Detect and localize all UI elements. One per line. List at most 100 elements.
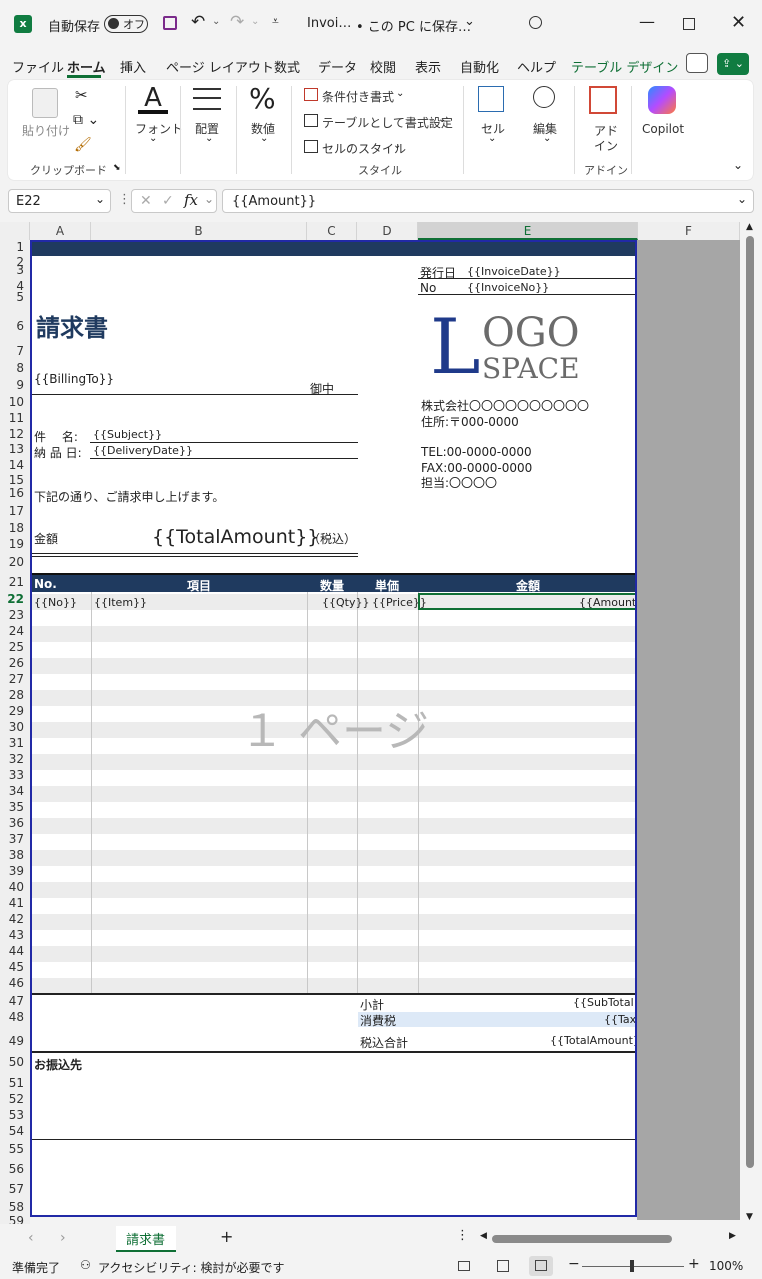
font-dropdown-icon[interactable]: ⌄ — [149, 133, 157, 144]
insert-function-icon[interactable]: fx — [184, 191, 198, 209]
row-header[interactable]: 51 — [0, 1076, 24, 1090]
paste-label[interactable]: 貼り付け — [22, 122, 70, 139]
close-icon[interactable]: ✕ — [731, 12, 746, 33]
row-header[interactable]: 23 — [0, 608, 24, 622]
row-header[interactable]: 42 — [0, 912, 24, 926]
invoice-no-value[interactable]: {{InvoiceNo}} — [467, 281, 549, 294]
accessibility-status[interactable]: アクセシビリティ: 検討が必要です — [98, 1259, 285, 1276]
save-icon[interactable] — [163, 16, 177, 30]
dialog-launcher-icon[interactable]: ⬊ — [113, 163, 121, 173]
total-value[interactable]: {{TotalAmount}} — [550, 1034, 635, 1047]
row-header[interactable]: 11 — [0, 411, 24, 425]
ribbon-collapse-icon[interactable]: ⌄ — [733, 158, 743, 172]
column-header-e[interactable]: E — [418, 222, 638, 240]
maximize-icon[interactable] — [683, 18, 695, 30]
alignment-icon[interactable] — [193, 88, 221, 110]
minimize-icon[interactable]: — — [639, 12, 655, 31]
tab-page-layout[interactable]: ページ レイアウト — [166, 57, 274, 76]
row-header[interactable]: 53 — [0, 1108, 24, 1122]
row-header[interactable]: 40 — [0, 880, 24, 894]
row-header[interactable]: 43 — [0, 928, 24, 942]
tab-table-design[interactable]: テーブル デザイン — [571, 57, 678, 76]
row-header[interactable]: 28 — [0, 688, 24, 702]
number-dropdown-icon[interactable]: ⌄ — [260, 133, 268, 144]
chevron-down-icon[interactable]: ⌄ — [204, 192, 214, 206]
row-header[interactable]: 32 — [0, 752, 24, 766]
autosave-toggle[interactable]: オフ — [104, 15, 148, 33]
row-header[interactable]: 1 — [0, 240, 24, 254]
copy-icon[interactable]: ⧉ ⌄ — [73, 112, 99, 128]
row-header[interactable]: 18 — [0, 521, 24, 535]
cut-icon[interactable]: ✂ — [75, 86, 88, 104]
invoice-page[interactable]: 発行日 {{InvoiceDate}} No {{InvoiceNo}} 請求書… — [30, 240, 637, 1217]
formula-input[interactable]: {{Amount}} ⌄ — [222, 189, 754, 213]
page-layout-view-icon[interactable] — [497, 1260, 509, 1272]
row-header[interactable]: 7 — [0, 344, 24, 358]
file-location[interactable]: • この PC に保存… — [356, 16, 471, 35]
column-header-c[interactable]: C — [307, 222, 357, 240]
percent-icon[interactable]: % — [249, 82, 276, 115]
copilot-label[interactable]: Copilot — [642, 122, 684, 136]
row-header[interactable]: 10 — [0, 395, 24, 409]
zoom-level[interactable]: 100% — [709, 1259, 743, 1273]
format-painter-icon[interactable]: 🖌 — [74, 137, 92, 153]
column-header-d[interactable]: D — [357, 222, 418, 240]
expand-formula-icon[interactable]: ⌄ — [737, 192, 747, 206]
total-amount-value[interactable]: {{TotalAmount}} — [152, 526, 319, 548]
font-icon[interactable]: A — [138, 84, 168, 116]
vertical-scrollbar[interactable]: ▲ ▼ — [740, 222, 762, 1224]
subtotal-value[interactable]: {{SubTotal}} — [573, 996, 635, 1009]
row-header[interactable]: 21 — [0, 575, 24, 589]
editing-dropdown-icon[interactable]: ⌄ — [543, 133, 551, 144]
subject-value[interactable]: {{Subject}} — [93, 428, 162, 441]
row-header[interactable]: 5 — [0, 290, 24, 304]
row-header[interactable]: 25 — [0, 640, 24, 654]
search-icon[interactable] — [529, 16, 542, 29]
row-header[interactable]: 37 — [0, 832, 24, 846]
row-qty-value[interactable]: {{Qty}} — [322, 596, 369, 609]
row-header[interactable]: 17 — [0, 504, 24, 518]
scroll-up-icon[interactable]: ▲ — [746, 222, 753, 232]
scroll-down-icon[interactable]: ▼ — [746, 1212, 753, 1222]
row-header[interactable]: 38 — [0, 848, 24, 862]
row-header[interactable]: 6 — [0, 319, 24, 333]
customize-toolbar-icon[interactable]: ⩡ — [272, 14, 279, 29]
row-header[interactable]: 9 — [0, 378, 24, 392]
chevron-down-icon[interactable]: ⌄ — [438, 114, 446, 125]
row-header[interactable]: 15 — [0, 473, 24, 487]
row-header[interactable]: 45 — [0, 960, 24, 974]
add-sheet-icon[interactable]: + — [220, 1227, 233, 1246]
row-header[interactable]: 29 — [0, 704, 24, 718]
scroll-left-icon[interactable]: ◀ — [480, 1231, 487, 1241]
row-header[interactable]: 56 — [0, 1162, 24, 1176]
search-icon[interactable] — [533, 86, 555, 108]
row-header[interactable]: 36 — [0, 816, 24, 830]
row-header[interactable]: 14 — [0, 458, 24, 472]
addins-label-line2[interactable]: イン — [594, 137, 618, 154]
row-header[interactable]: 8 — [0, 361, 24, 375]
tab-view[interactable]: 表示 — [415, 57, 441, 76]
conditional-format-icon[interactable] — [304, 88, 318, 101]
more-icon[interactable]: ⋮ — [118, 192, 131, 207]
font-label[interactable]: フォント — [135, 120, 183, 137]
row-header[interactable]: 20 — [0, 555, 24, 569]
row-header[interactable]: 31 — [0, 736, 24, 750]
row-header[interactable]: 22 — [0, 592, 24, 606]
row-header[interactable]: 58 — [0, 1200, 24, 1214]
tab-automate[interactable]: 自動化 — [460, 57, 499, 76]
undo-icon[interactable]: ↶ — [191, 12, 205, 32]
cancel-icon[interactable]: ✕ — [140, 193, 152, 209]
delivery-value[interactable]: {{DeliveryDate}} — [93, 444, 193, 457]
row-header[interactable]: 16 — [0, 486, 24, 500]
cells-icon[interactable] — [478, 86, 504, 112]
share-button[interactable]: ⇪ ⌄ — [717, 53, 749, 75]
row-header[interactable]: 27 — [0, 672, 24, 686]
row-header[interactable]: 26 — [0, 656, 24, 670]
column-header-f[interactable]: F — [638, 222, 740, 240]
row-header[interactable]: 55 — [0, 1142, 24, 1156]
row-header[interactable]: 30 — [0, 720, 24, 734]
table-format-button[interactable]: テーブルとして書式設定 — [322, 114, 453, 131]
alignment-dropdown-icon[interactable]: ⌄ — [205, 133, 213, 144]
redo-icon[interactable]: ↷ — [230, 12, 244, 32]
vertical-scroll-thumb[interactable] — [746, 236, 754, 1168]
